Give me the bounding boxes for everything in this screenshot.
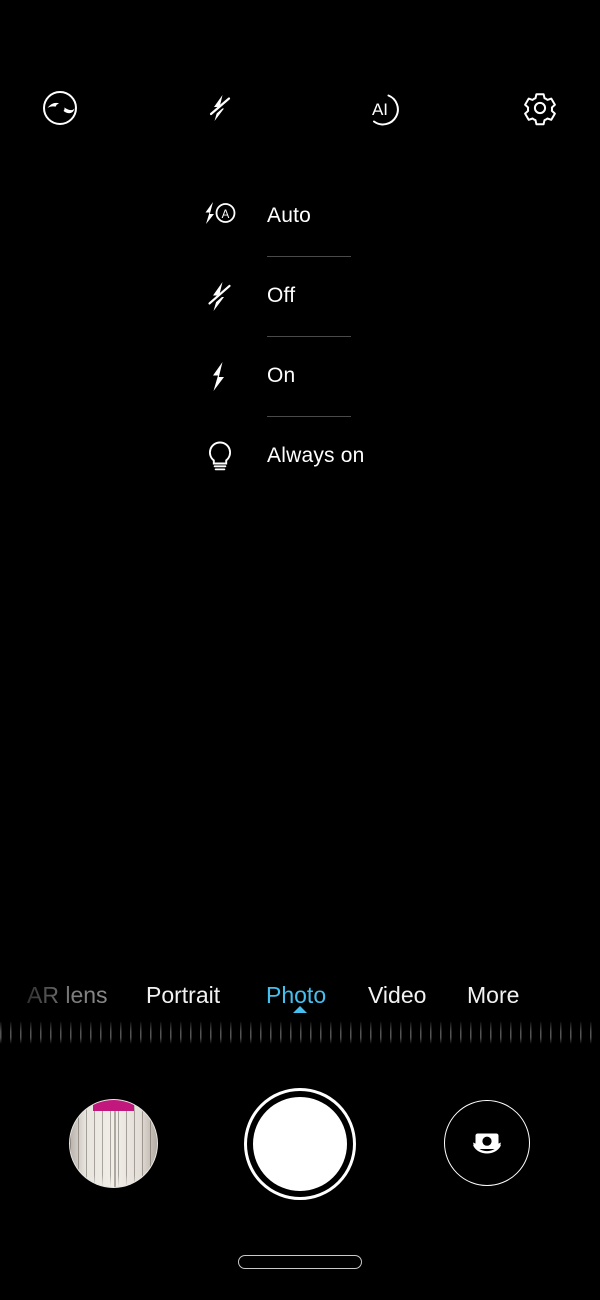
- flash-auto-icon-cell: A: [190, 186, 250, 246]
- flash-off-icon-cell: [190, 266, 250, 326]
- menu-divider: [267, 256, 351, 257]
- flash-toggle-button[interactable]: [190, 78, 250, 138]
- gallery-thumbnail-image: [70, 1100, 157, 1187]
- shutter-button[interactable]: [244, 1088, 356, 1200]
- camera-app-screen: AI A Auto Off On Always on AR lens Portr…: [0, 0, 600, 1300]
- ai-toggle-button[interactable]: AI: [350, 78, 410, 138]
- svg-text:A: A: [222, 209, 230, 221]
- ai-icon: AI: [372, 94, 399, 126]
- eye-mode-button[interactable]: [30, 78, 90, 138]
- flash-off-icon: [208, 95, 232, 121]
- gear-icon: [524, 93, 556, 126]
- thumb-pink-band: [92, 1100, 135, 1112]
- flash-off-icon: [207, 282, 232, 311]
- menu-divider: [267, 416, 351, 417]
- flash-option-off[interactable]: Off: [190, 266, 420, 326]
- shutter-inner-circle: [253, 1097, 347, 1191]
- flash-option-label: Always on: [267, 444, 365, 467]
- zoom-ruler[interactable]: [0, 1022, 600, 1044]
- torch-icon: [209, 441, 231, 471]
- home-indicator[interactable]: [238, 1255, 362, 1269]
- active-mode-caret-icon: [293, 1006, 307, 1013]
- switch-camera-button[interactable]: [444, 1100, 530, 1186]
- svg-text:AI: AI: [372, 100, 388, 119]
- eye-mode-icon: [43, 91, 77, 125]
- flash-option-always-on[interactable]: Always on: [190, 426, 420, 486]
- flash-option-label: Off: [267, 284, 296, 307]
- thumb-text-lines: [70, 1100, 157, 1187]
- mode-more[interactable]: More: [467, 972, 519, 1018]
- flash-auto-icon: A: [205, 202, 236, 224]
- flash-on-icon: [213, 362, 224, 391]
- top-toolbar: AI: [0, 78, 600, 138]
- flash-option-on[interactable]: On: [190, 346, 420, 406]
- flash-option-label: Auto: [267, 204, 311, 227]
- mode-video[interactable]: Video: [368, 972, 426, 1018]
- mode-ar-lens[interactable]: AR lens: [27, 972, 108, 1018]
- flash-on-icon-cell: [190, 346, 250, 406]
- settings-button[interactable]: [510, 78, 570, 138]
- gallery-thumbnail-button[interactable]: [69, 1099, 158, 1188]
- flash-option-label: On: [267, 364, 296, 387]
- menu-divider: [267, 336, 351, 337]
- flash-option-auto[interactable]: A Auto: [190, 186, 420, 246]
- torch-icon-cell: [190, 426, 250, 486]
- mode-portrait[interactable]: Portrait: [146, 972, 220, 1018]
- camera-flip-icon: [473, 1133, 501, 1154]
